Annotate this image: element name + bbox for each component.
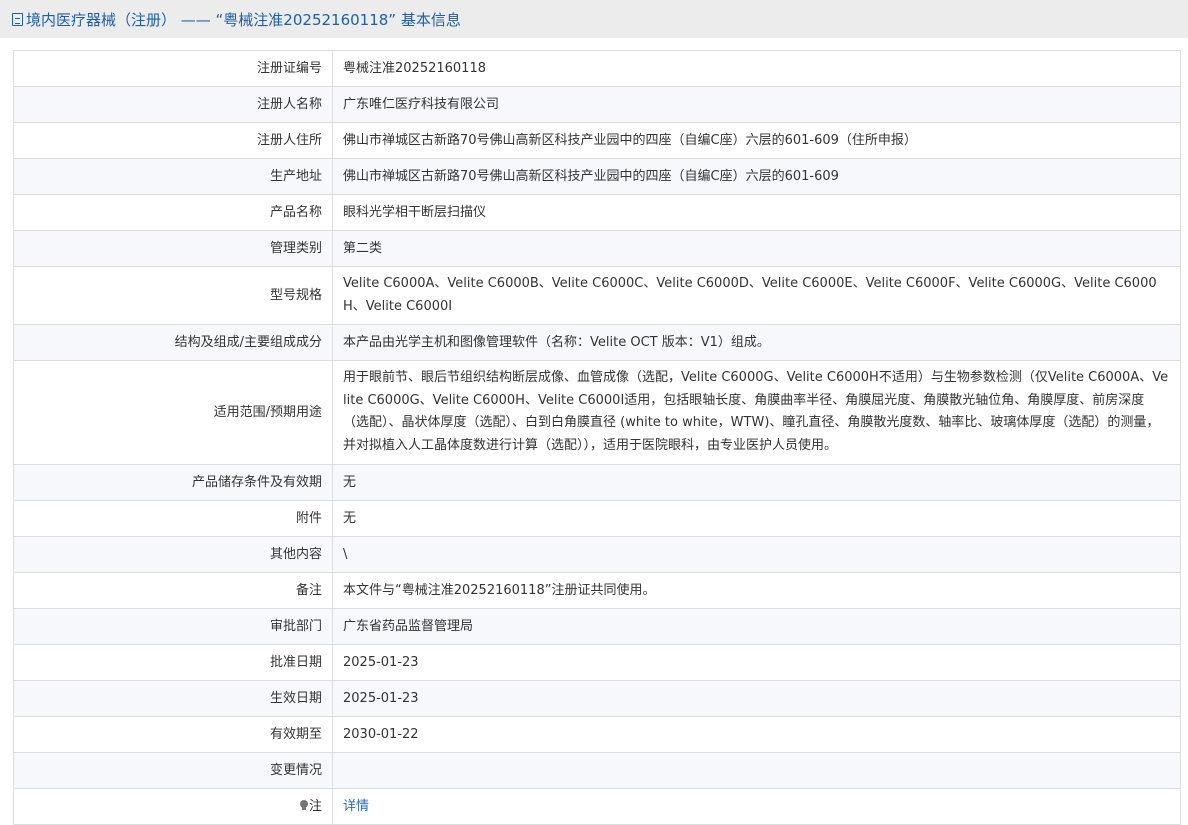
row-label: 其他内容: [13, 535, 333, 573]
row-value: 眼科光学相干断层扫描仪: [332, 194, 1181, 231]
row-value: 佛山市禅城区古新路70号佛山高新区科技产业园中的四座（自编C座）六层的601-6…: [332, 158, 1181, 195]
row-value: 本文件与“粤械注准20252160118”注册证共同使用。: [332, 571, 1181, 609]
note-value-cell: 详情: [332, 787, 1181, 825]
row-value: [332, 751, 1181, 789]
row-value: \: [332, 535, 1181, 573]
row-label: 产品储存条件及有效期: [13, 463, 333, 501]
row-value: 2025-01-23: [332, 679, 1181, 717]
note-row: 注 详情: [13, 787, 1181, 825]
row-label: 注册证编号: [13, 50, 333, 87]
table-row: 批准日期 2025-01-23: [13, 643, 1181, 681]
row-label: 备注: [13, 571, 333, 609]
table-row: 注册人住所 佛山市禅城区古新路70号佛山高新区科技产业园中的四座（自编C座）六层…: [13, 122, 1181, 159]
row-value: 用于眼前节、眼后节组织结构断层成像、血管成像（选配，Velite C6000G、…: [332, 360, 1181, 465]
table-row: 注册人名称 广东唯仁医疗科技有限公司: [13, 86, 1181, 123]
note-label: 注: [308, 798, 322, 814]
row-value: 粤械注准20252160118: [332, 50, 1181, 87]
row-value: 2025-01-23: [332, 643, 1181, 681]
row-value: 广东唯仁医疗科技有限公司: [332, 86, 1181, 123]
row-label: 型号规格: [13, 265, 333, 326]
table-row: 注册证编号 粤械注准20252160118: [13, 50, 1181, 87]
row-label: 注册人住所: [13, 122, 333, 159]
table-row: 附件 无: [13, 499, 1181, 537]
row-value: 2030-01-22: [332, 715, 1181, 753]
details-link[interactable]: 详情: [343, 799, 369, 814]
row-label: 审批部门: [13, 607, 333, 645]
row-label: 变更情况: [13, 751, 333, 789]
row-value: 本产品由光学主机和图像管理软件（名称：Velite OCT 版本：V1）组成。: [332, 324, 1181, 362]
table-row: 有效期至 2030-01-22: [13, 715, 1181, 753]
lightbulb-icon: [299, 800, 308, 811]
table-row: 适用范围/预期用途 用于眼前节、眼后节组织结构断层成像、血管成像（选配，Veli…: [13, 360, 1181, 465]
detail-table: 注册证编号 粤械注准20252160118 注册人名称 广东唯仁医疗科技有限公司…: [13, 50, 1181, 825]
table-row: 产品储存条件及有效期 无: [13, 463, 1181, 501]
note-label-cell: 注: [13, 787, 333, 825]
table-row: 管理类别 第二类: [13, 230, 1181, 267]
row-value: 佛山市禅城区古新路70号佛山高新区科技产业园中的四座（自编C座）六层的601-6…: [332, 122, 1181, 159]
table-row: 生产地址 佛山市禅城区古新路70号佛山高新区科技产业园中的四座（自编C座）六层的…: [13, 158, 1181, 195]
row-label: 结构及组成/主要组成成分: [13, 324, 333, 362]
page-header: 境内医疗器械（注册） —— “粤械注准20252160118” 基本信息: [0, 0, 1188, 38]
row-value: 无: [332, 499, 1181, 537]
document-icon: [12, 12, 23, 26]
detail-container: 注册证编号 粤械注准20252160118 注册人名称 广东唯仁医疗科技有限公司…: [0, 38, 1188, 825]
table-row: 备注 本文件与“粤械注准20252160118”注册证共同使用。: [13, 571, 1181, 609]
row-label: 附件: [13, 499, 333, 537]
row-label: 有效期至: [13, 715, 333, 753]
table-row: 生效日期 2025-01-23: [13, 679, 1181, 717]
table-row: 型号规格 Velite C6000A、Velite C6000B、Velite …: [13, 265, 1181, 326]
table-row: 其他内容 \: [13, 535, 1181, 573]
table-row: 变更情况: [13, 751, 1181, 789]
row-label: 适用范围/预期用途: [13, 360, 333, 465]
table-row: 产品名称 眼科光学相干断层扫描仪: [13, 194, 1181, 231]
row-value: Velite C6000A、Velite C6000B、Velite C6000…: [332, 265, 1181, 326]
row-label: 管理类别: [13, 230, 333, 267]
row-label: 批准日期: [13, 643, 333, 681]
row-value: 广东省药品监督管理局: [332, 607, 1181, 645]
page-title: 境内医疗器械（注册） —— “粤械注准20252160118” 基本信息: [26, 10, 461, 29]
row-label: 产品名称: [13, 194, 333, 231]
table-row: 审批部门 广东省药品监督管理局: [13, 607, 1181, 645]
row-value: 第二类: [332, 230, 1181, 267]
row-label: 生产地址: [13, 158, 333, 195]
row-value: 无: [332, 463, 1181, 501]
table-row: 结构及组成/主要组成成分 本产品由光学主机和图像管理软件（名称：Velite O…: [13, 324, 1181, 362]
row-label: 注册人名称: [13, 86, 333, 123]
row-label: 生效日期: [13, 679, 333, 717]
